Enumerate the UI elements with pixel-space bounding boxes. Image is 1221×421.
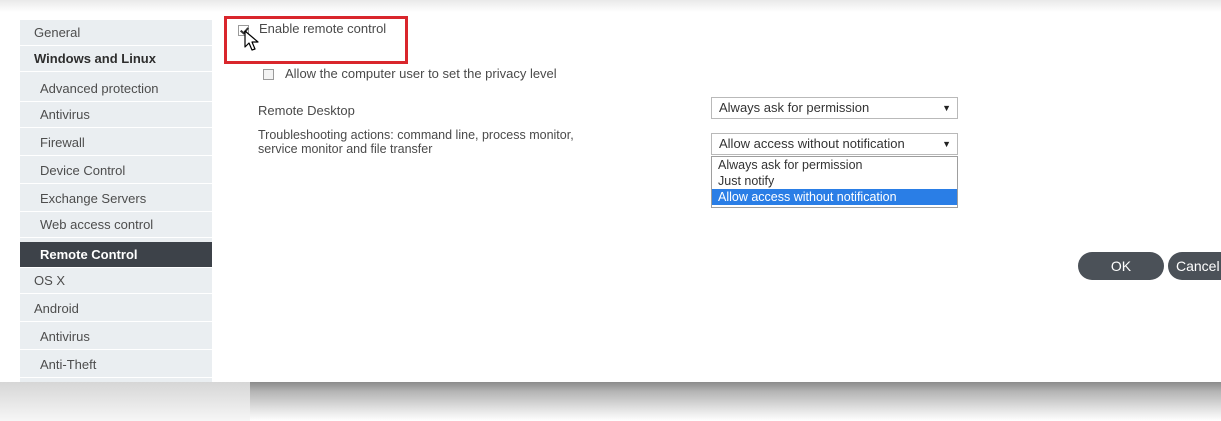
sidebar-item-android[interactable]: Android	[20, 296, 212, 322]
troubleshooting-select[interactable]: Allow access without notification ▼	[711, 133, 958, 155]
sidebar-item-web-access-control[interactable]: Web access control	[20, 212, 212, 238]
allow-privacy-level-checkbox[interactable]	[263, 69, 274, 80]
dropdown-arrow-icon: ▼	[942, 103, 951, 113]
top-shadow	[0, 0, 1221, 12]
mouse-pointer-icon	[244, 30, 259, 51]
enable-remote-control-label: Enable remote control	[259, 21, 387, 36]
troubleshooting-label-line2: service monitor and file transfer	[258, 142, 433, 156]
bottom-window-shadow	[0, 382, 1221, 421]
sidebar-item-os-x[interactable]: OS X	[20, 268, 212, 294]
sidebar-item-anti-theft[interactable]: Anti-Theft	[20, 352, 212, 378]
sidebar-item-advanced-protection[interactable]: Advanced protection	[20, 76, 212, 102]
allow-privacy-level-label: Allow the computer user to set the priva…	[285, 66, 557, 81]
cancel-button[interactable]: Cancel	[1168, 252, 1221, 280]
remote-desktop-label: Remote Desktop	[258, 103, 355, 118]
troubleshooting-dropdown-list: Always ask for permission Just notify Al…	[711, 156, 958, 208]
sidebar-item-remote-control[interactable]: Remote Control	[20, 242, 212, 268]
remote-desktop-select[interactable]: Always ask for permission ▼	[711, 97, 958, 119]
bottom-shadow-light	[0, 382, 250, 421]
troubleshooting-label-line1: Troubleshooting actions: command line, p…	[258, 128, 574, 142]
sidebar-item-firewall[interactable]: Firewall	[20, 130, 212, 156]
sidebar-item-antivirus[interactable]: Antivirus	[20, 102, 212, 128]
dropdown-option-just-notify[interactable]: Just notify	[712, 173, 957, 189]
dropdown-option-always-ask[interactable]: Always ask for permission	[712, 157, 957, 173]
troubleshooting-select-value: Allow access without notification	[719, 136, 905, 151]
sidebar-item-windows-and-linux[interactable]: Windows and Linux	[20, 46, 212, 72]
dropdown-option-allow-access[interactable]: Allow access without notification	[712, 189, 957, 205]
sidebar-item-general[interactable]: General	[20, 20, 212, 46]
sidebar-item-exchange-servers[interactable]: Exchange Servers	[20, 186, 212, 212]
left-edge	[0, 12, 20, 382]
ok-button[interactable]: OK	[1078, 252, 1164, 280]
dropdown-arrow-icon: ▼	[942, 139, 951, 149]
remote-desktop-select-value: Always ask for permission	[719, 100, 870, 115]
sidebar-item-android-antivirus[interactable]: Antivirus	[20, 324, 212, 350]
settings-sidebar: General Windows and Linux Advanced prote…	[20, 20, 212, 382]
sidebar-item-device-control[interactable]: Device Control	[20, 158, 212, 184]
